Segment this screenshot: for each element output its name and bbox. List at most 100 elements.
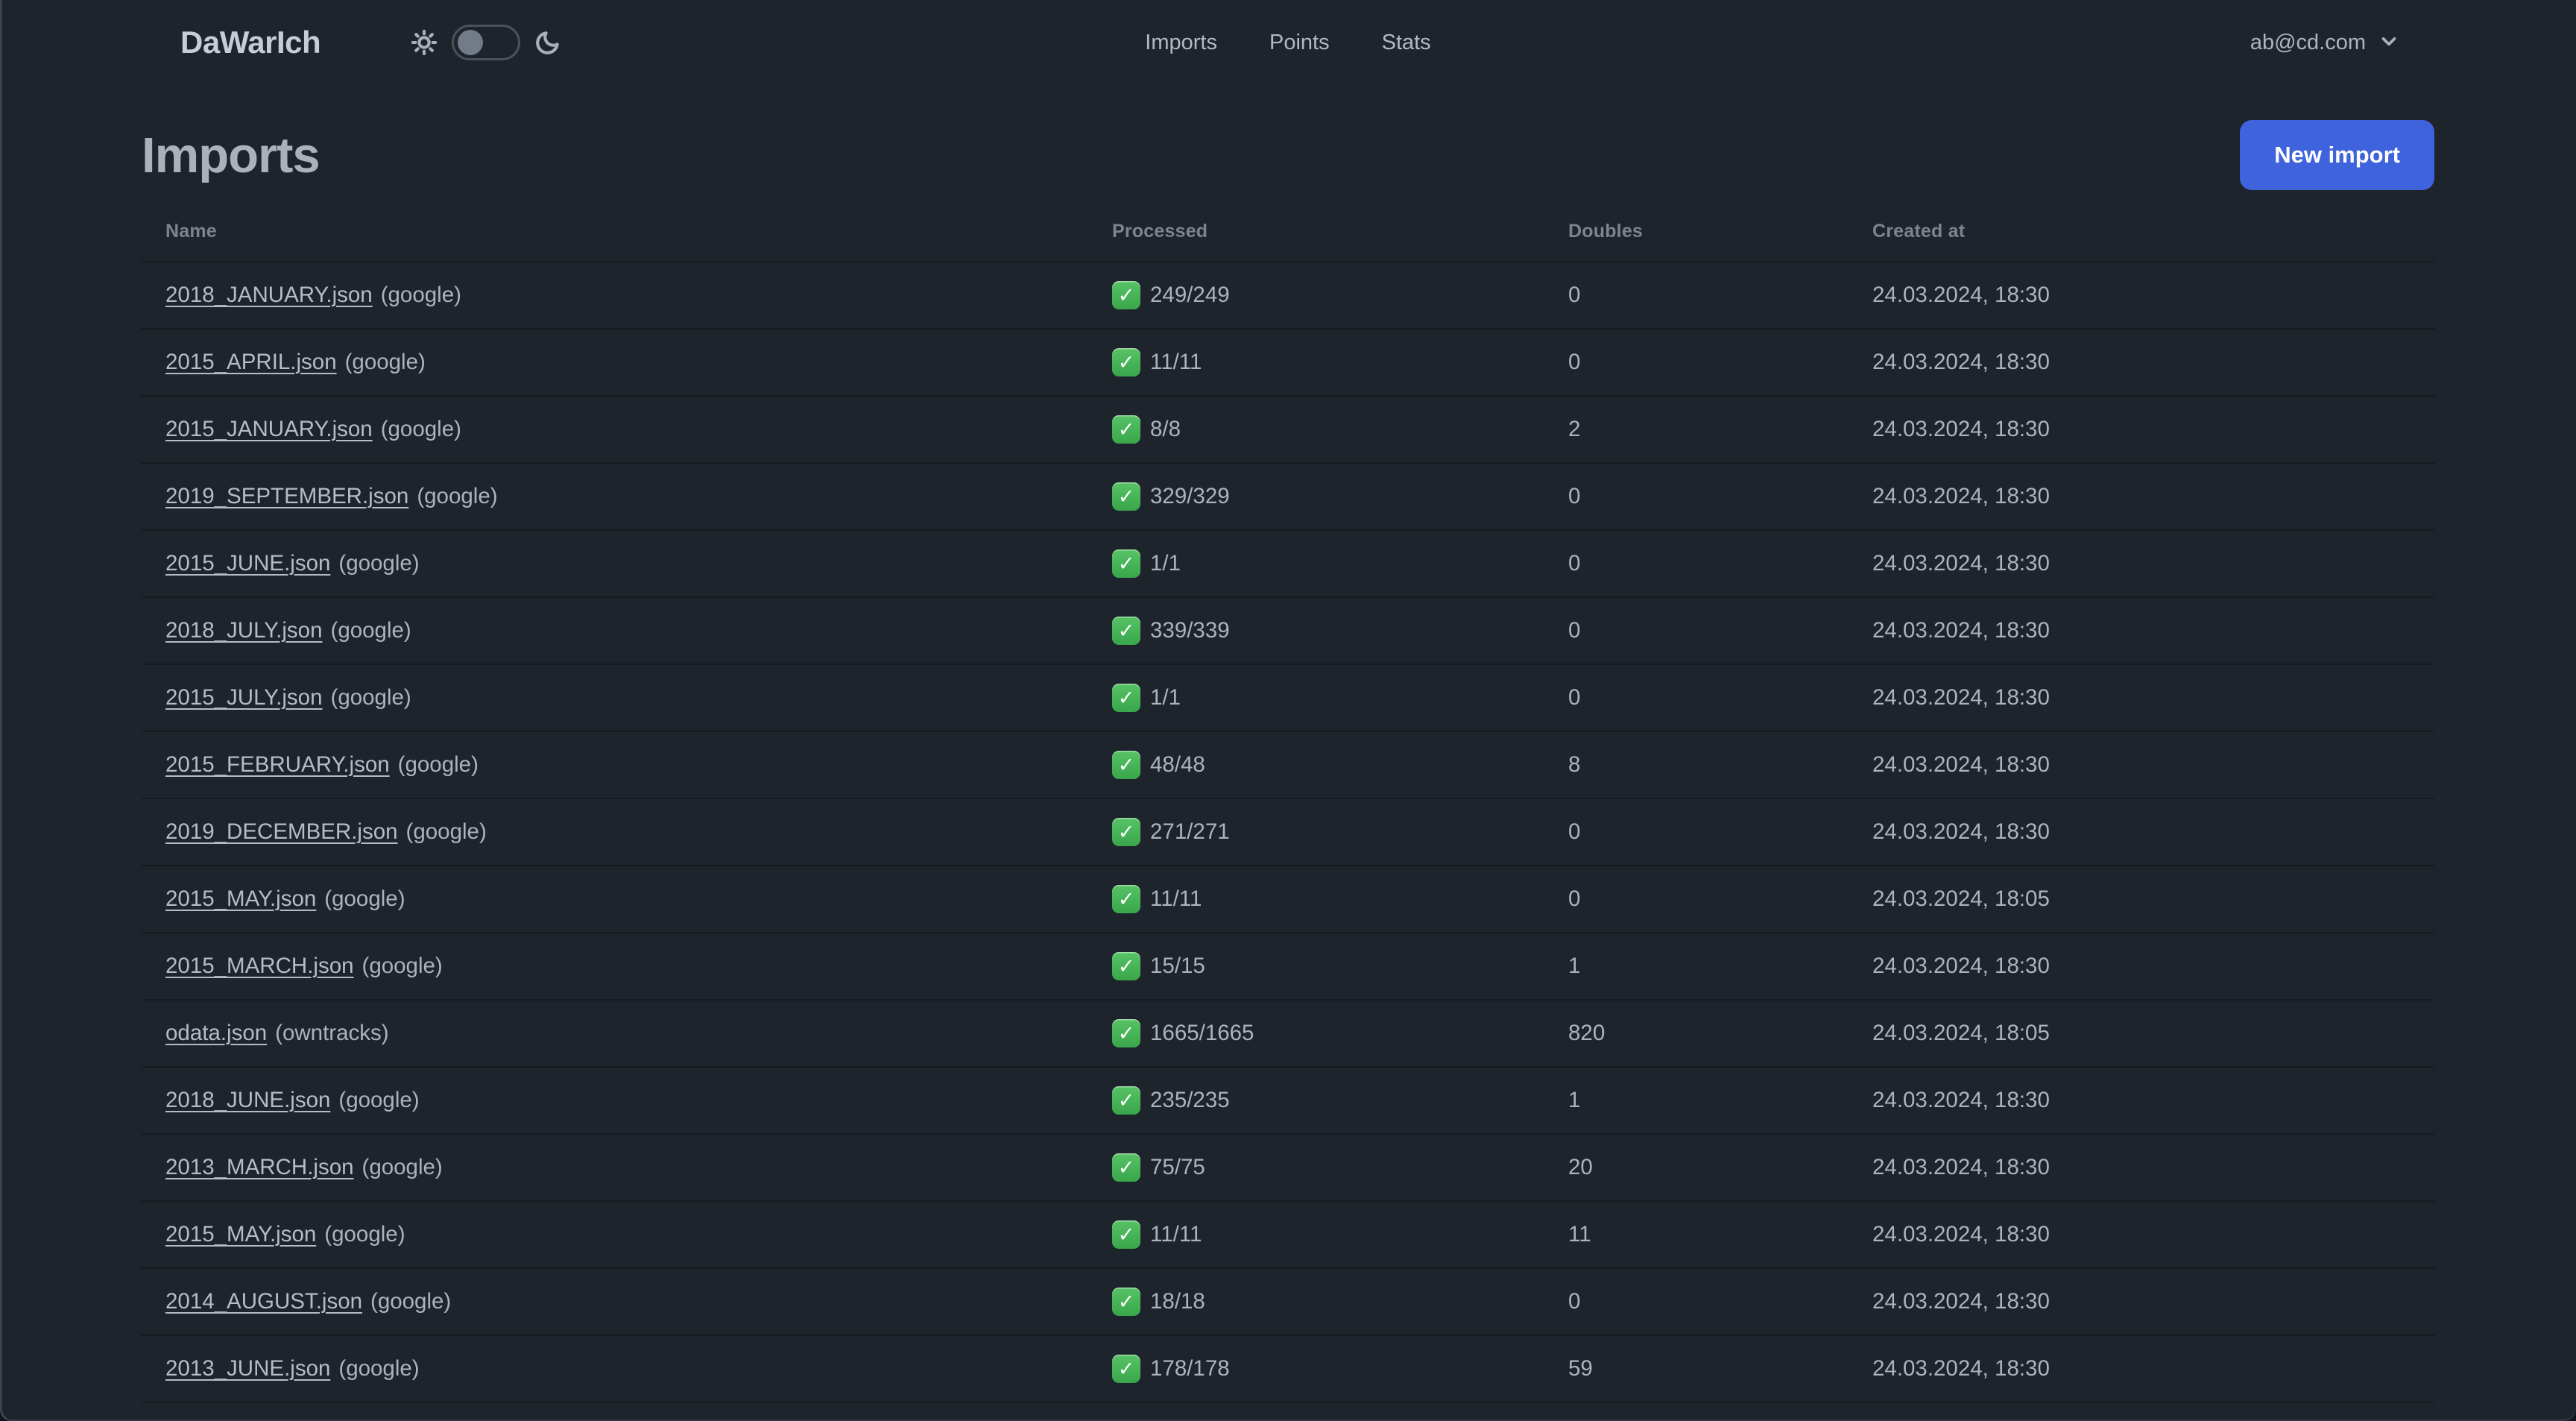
cell-created-at	[1849, 1403, 2434, 1421]
cell-processed: 11/11	[1088, 866, 1544, 932]
doubles-count: 0	[1568, 685, 1581, 710]
app-logo[interactable]: DaWarIch	[180, 25, 321, 60]
import-file-link[interactable]: 2018_JANUARY.json	[165, 283, 373, 308]
cell-name: 2019_DECEMBER.json (google)	[142, 799, 1088, 865]
green-check-icon	[1112, 415, 1140, 444]
created-at-value: 24.03.2024, 18:30	[1872, 819, 2050, 844]
cell-created-at: 24.03.2024, 18:30	[1849, 1135, 2434, 1200]
created-at-value: 24.03.2024, 18:30	[1872, 350, 2050, 374]
theme-toggle[interactable]	[452, 25, 521, 60]
nav-link-imports[interactable]: Imports	[1145, 31, 1217, 55]
import-source-label: (google)	[405, 819, 487, 844]
import-file-link[interactable]: 2019_SEPTEMBER.json	[165, 484, 408, 509]
processed-count: 1/1	[1150, 551, 1181, 576]
cell-processed: 249/249	[1088, 262, 1544, 328]
cell-created-at: 24.03.2024, 18:30	[1849, 1068, 2434, 1133]
created-at-value: 24.03.2024, 18:05	[1872, 1021, 2050, 1045]
cell-created-at: 24.03.2024, 18:30	[1849, 464, 2434, 529]
table-row: 2015_MAY.json (google) 11/11 0 24.03.202…	[142, 866, 2434, 933]
import-file-link[interactable]: 2015_MAY.json	[165, 886, 316, 912]
created-at-value: 24.03.2024, 18:30	[1872, 752, 2050, 777]
column-header-name: Name	[165, 220, 217, 242]
doubles-count: 820	[1568, 1021, 1606, 1045]
cell-processed: 339/339	[1088, 598, 1544, 664]
created-at-value: 24.03.2024, 18:30	[1872, 685, 2050, 710]
import-file-link[interactable]: 2013_MARCH.json	[165, 1155, 354, 1180]
processed-count: 249/249	[1150, 283, 1230, 307]
cell-created-at: 24.03.2024, 18:30	[1849, 933, 2434, 999]
cell-doubles: 11	[1544, 1202, 1849, 1267]
table-row: 2013_MARCH.json (google) 75/75 20 24.03.…	[142, 1135, 2434, 1202]
column-header-processed: Processed	[1112, 220, 1208, 242]
cell-name	[142, 1403, 1088, 1421]
cell-doubles: 0	[1544, 665, 1849, 731]
import-file-link[interactable]: 2015_JULY.json	[165, 685, 323, 710]
import-source-label: (google)	[417, 484, 498, 508]
cell-created-at: 24.03.2024, 18:30	[1849, 1269, 2434, 1335]
green-check-icon	[1112, 1288, 1140, 1316]
cell-created-at: 24.03.2024, 18:30	[1849, 397, 2434, 462]
import-file-link[interactable]: 2018_JUNE.json	[165, 1088, 330, 1113]
user-menu[interactable]: ab@cd.com	[2250, 30, 2400, 56]
import-source-label: (google)	[330, 685, 411, 710]
created-at-value: 24.03.2024, 18:05	[1872, 886, 2050, 911]
processed-count: 15/15	[1150, 954, 1205, 978]
import-file-link[interactable]: 2014_AUGUST.json	[165, 1289, 362, 1314]
nav-link-points[interactable]: Points	[1269, 31, 1330, 55]
import-file-link[interactable]: 2015_MAY.json	[165, 1222, 316, 1247]
table-row: 2018_JUNE.json (google) 235/235 1 24.03.…	[142, 1068, 2434, 1135]
page-header: Imports New import	[142, 119, 2434, 191]
imports-table-body: 2018_JANUARY.json (google) 249/249 0 24.…	[142, 262, 2434, 1421]
cell-name: 2015_JULY.json (google)	[142, 665, 1088, 731]
doubles-count: 0	[1568, 819, 1581, 844]
import-file-link[interactable]: 2018_JULY.json	[165, 618, 323, 643]
processed-count: 329/329	[1150, 484, 1230, 508]
doubles-count: 1	[1568, 1088, 1581, 1112]
doubles-count: 11	[1568, 1222, 1591, 1247]
doubles-count: 0	[1568, 886, 1581, 911]
import-file-link[interactable]: 2015_APRIL.json	[165, 350, 337, 375]
created-at-value: 24.03.2024, 18:30	[1872, 1155, 2050, 1179]
processed-count: 11/11	[1150, 1222, 1202, 1247]
import-file-link[interactable]: 2015_JUNE.json	[165, 551, 330, 576]
green-check-icon	[1112, 617, 1140, 645]
cell-name: 2015_MARCH.json (google)	[142, 933, 1088, 999]
cell-created-at: 24.03.2024, 18:30	[1849, 262, 2434, 328]
import-file-link[interactable]: 2015_JANUARY.json	[165, 417, 373, 442]
import-file-link[interactable]: 2013_JUNE.json	[165, 1356, 330, 1381]
import-source-label: (google)	[338, 551, 420, 576]
imports-page: Imports New import Name Processed Double…	[0, 119, 2576, 1421]
green-check-icon	[1112, 1086, 1140, 1115]
cell-processed: 11/11	[1088, 330, 1544, 395]
created-at-value: 24.03.2024, 18:30	[1872, 1289, 2050, 1314]
nav-link-stats[interactable]: Stats	[1382, 31, 1431, 55]
cell-name: 2014_AUGUST.json (google)	[142, 1269, 1088, 1335]
processed-count: 178/178	[1150, 1356, 1230, 1381]
cell-created-at: 24.03.2024, 18:30	[1849, 1336, 2434, 1402]
user-email: ab@cd.com	[2250, 30, 2366, 54]
processed-count: 48/48	[1150, 752, 1205, 777]
cell-doubles: 0	[1544, 531, 1849, 596]
new-import-button[interactable]: New import	[2240, 120, 2434, 190]
cell-processed: 1/1	[1088, 665, 1544, 731]
table-row: 2015_FEBRUARY.json (google) 48/48 8 24.0…	[142, 732, 2434, 799]
import-source-label: (google)	[324, 886, 405, 911]
toggle-knob	[458, 30, 484, 55]
cell-doubles: 0	[1544, 464, 1849, 529]
import-source-label: (google)	[324, 1222, 405, 1247]
import-file-link[interactable]: 2019_DECEMBER.json	[165, 819, 398, 845]
created-at-value: 24.03.2024, 18:30	[1872, 618, 2050, 643]
import-file-link[interactable]: odata.json	[165, 1021, 267, 1046]
main-nav: Imports Points Stats	[1145, 31, 1430, 55]
import-file-link[interactable]: 2015_FEBRUARY.json	[165, 752, 390, 778]
doubles-count: 59	[1568, 1356, 1593, 1381]
import-file-link[interactable]: 2015_MARCH.json	[165, 954, 354, 979]
cell-doubles	[1544, 1403, 1849, 1421]
created-at-value: 24.03.2024, 18:30	[1872, 484, 2050, 508]
cell-created-at: 24.03.2024, 18:30	[1849, 531, 2434, 596]
created-at-value: 24.03.2024, 18:30	[1872, 1356, 2050, 1381]
table-row: 2015_APRIL.json (google) 11/11 0 24.03.2…	[142, 330, 2434, 397]
green-check-icon	[1112, 1019, 1140, 1047]
processed-count: 235/235	[1150, 1088, 1230, 1112]
import-source-label: (google)	[362, 1155, 443, 1179]
